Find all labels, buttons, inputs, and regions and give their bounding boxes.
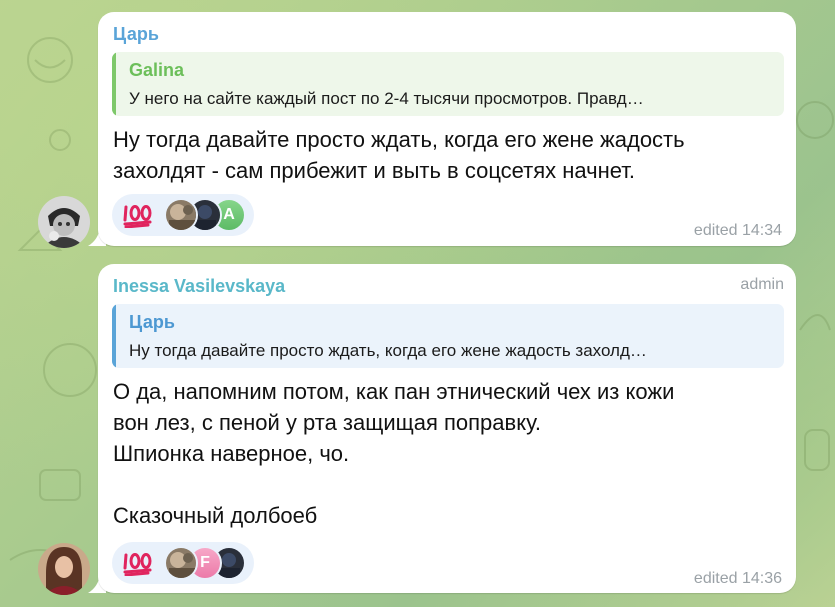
message-line: Шпионка наверное, чо. — [113, 441, 350, 466]
message-bubble[interactable]: Inessa Vasilevskaya admin Царь Ну тогда … — [98, 264, 796, 593]
sender-name[interactable]: Царь — [113, 24, 159, 45]
message-line: Ну тогда давайте просто ждать, когда его… — [113, 127, 685, 152]
reactor-avatar-1 — [164, 546, 198, 580]
quote-text: Ну тогда давайте просто ждать, когда его… — [129, 341, 647, 360]
reaction-chip[interactable]: F — [112, 542, 254, 584]
edited-timestamp: edited 14:36 — [693, 570, 782, 587]
message-line: вон лез, с пеной у рта защищая поправку. — [113, 410, 542, 435]
hundred-points-icon — [122, 550, 154, 577]
avatar[interactable] — [38, 543, 90, 595]
message-text: Ну тогда давайте просто ждать, когда его… — [113, 124, 782, 186]
message-line — [113, 469, 782, 500]
reactor-avatar-1 — [164, 198, 198, 232]
avatar[interactable] — [38, 196, 90, 248]
quote-accent-bar — [112, 304, 116, 368]
message-text: О да, напомним потом, как пан этнический… — [113, 376, 782, 531]
admin-badge: admin — [740, 276, 784, 293]
quote-author: Galina — [129, 60, 185, 80]
message-line: Сказочный долбоеб — [113, 503, 318, 528]
edited-timestamp: edited 14:34 — [693, 222, 782, 239]
hundred-points-icon — [122, 202, 154, 229]
reply-quote[interactable]: Galina У него на сайте каждый пост по 2-… — [112, 52, 784, 116]
message-line: захолдят - сам прибежит и выть в соцсетя… — [113, 158, 636, 183]
message-line: О да, напомним потом, как пан этнический… — [113, 379, 675, 404]
quote-text: У него на сайте каждый пост по 2-4 тысяч… — [129, 89, 644, 108]
quote-accent-bar — [112, 52, 116, 116]
reply-quote[interactable]: Царь Ну тогда давайте просто ждать, когд… — [112, 304, 784, 368]
reaction-chip[interactable]: A — [112, 194, 254, 236]
quote-author: Царь — [129, 312, 175, 332]
message-bubble[interactable]: Царь Galina У него на сайте каждый пост … — [98, 12, 796, 246]
sender-name[interactable]: Inessa Vasilevskaya — [113, 276, 285, 297]
